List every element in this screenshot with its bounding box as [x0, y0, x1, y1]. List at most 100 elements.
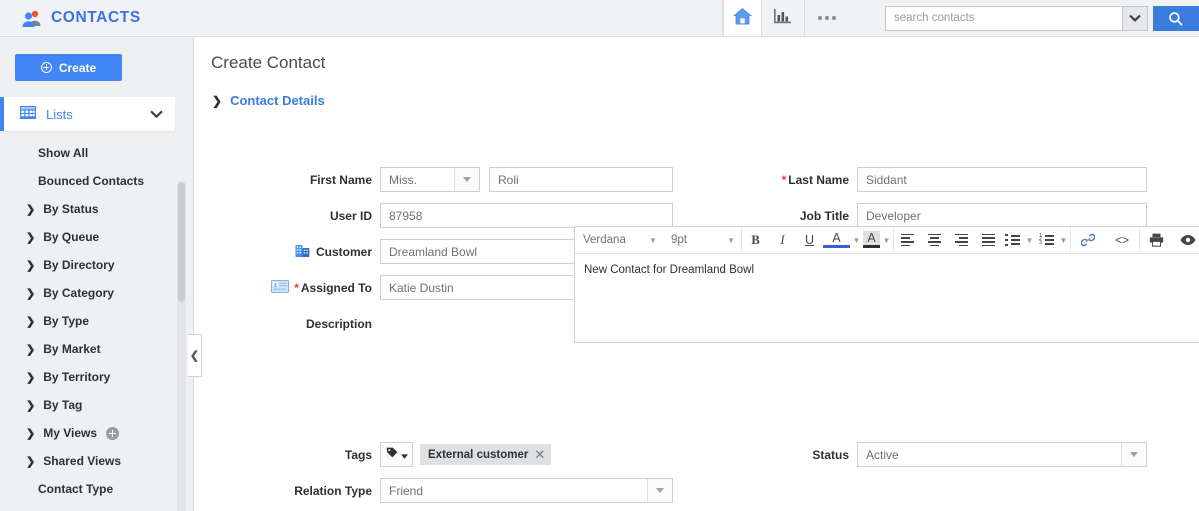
- highlight-color-chevron-down-icon[interactable]: ▼: [880, 227, 893, 253]
- align-left-button[interactable]: [894, 227, 921, 253]
- sidebar-item-show-all[interactable]: Show All: [0, 139, 193, 167]
- chevron-down-icon: ❯: [212, 93, 223, 108]
- sidebar-item-shared-views[interactable]: ❯ Shared Views: [0, 447, 193, 475]
- insert-link-button[interactable]: [1071, 227, 1105, 253]
- sidebar-collapse-handle[interactable]: ❮: [188, 334, 202, 377]
- sidebar: Create Lists Show All Bounced Contacts ❯…: [0, 37, 194, 511]
- bullet-list-chevron-down-icon[interactable]: ▼: [1023, 227, 1036, 253]
- chevron-down-icon: ▼: [649, 235, 657, 245]
- field-user-id: User ID 87958: [195, 203, 673, 228]
- editor-tools-group: [1140, 227, 1199, 253]
- highlight-color-button[interactable]: A: [863, 230, 880, 248]
- underline-button[interactable]: U: [796, 227, 823, 253]
- tag-dropdown-button[interactable]: [380, 442, 413, 467]
- salutation-select[interactable]: Miss.: [380, 167, 480, 192]
- home-icon: [732, 7, 753, 29]
- section-title: Contact Details: [230, 93, 325, 108]
- first-name-input[interactable]: Roli: [489, 167, 673, 192]
- align-justify-icon: [982, 233, 995, 247]
- align-center-button[interactable]: [921, 227, 948, 253]
- source-code-button[interactable]: <>: [1105, 227, 1139, 253]
- field-status: Status Active: [765, 442, 1147, 467]
- sidebar-item-label: By Directory: [43, 258, 115, 272]
- sidebar-item-label: By Status: [43, 202, 99, 216]
- editor-format-group: B I U A ▼ A ▼: [742, 227, 894, 253]
- customer-input[interactable]: Dreamland Bowl: [380, 239, 607, 264]
- tag-icon: [386, 447, 398, 462]
- create-button-label: Create: [58, 60, 97, 75]
- sidebar-item-label: Bounced Contacts: [38, 174, 145, 188]
- search-submit-button[interactable]: [1152, 5, 1199, 31]
- section-contact-details[interactable]: ❯ Contact Details: [212, 93, 325, 108]
- sidebar-item-by-type[interactable]: ❯ By Type: [0, 307, 193, 335]
- tag-chip[interactable]: External customer ✕: [420, 444, 552, 465]
- salutation-value: Miss.: [389, 172, 417, 187]
- bold-button[interactable]: B: [742, 227, 769, 253]
- sidebar-item-label: Shared Views: [43, 454, 122, 468]
- required-marker: *: [781, 172, 787, 187]
- nav-tab-home[interactable]: [722, 0, 763, 36]
- sidebar-item-by-status[interactable]: ❯ By Status: [0, 195, 193, 223]
- sidebar-item-label: Show All: [38, 146, 89, 160]
- sidebar-item-by-tag[interactable]: ❯ By Tag: [0, 391, 193, 419]
- nav-tab-more[interactable]: [804, 0, 849, 36]
- numbered-list-chevron-down-icon[interactable]: ▼: [1057, 227, 1070, 253]
- eye-icon: [1180, 235, 1196, 245]
- chevron-right-icon: ❯: [26, 259, 36, 272]
- relation-type-select[interactable]: Friend: [380, 478, 673, 503]
- align-right-button[interactable]: [948, 227, 975, 253]
- user-id-input[interactable]: 87958: [380, 203, 673, 228]
- sidebar-item-bounced-contacts[interactable]: Bounced Contacts: [0, 167, 193, 195]
- sidebar-item-label: By Territory: [43, 370, 111, 384]
- nav-tab-reports[interactable]: [762, 0, 805, 36]
- print-button[interactable]: [1140, 227, 1172, 253]
- add-view-icon[interactable]: [106, 426, 120, 440]
- preview-button[interactable]: [1172, 227, 1199, 253]
- sidebar-item-label: By Type: [43, 314, 90, 328]
- font-family-select[interactable]: Verdana ▼: [575, 227, 663, 253]
- status-select[interactable]: Active: [857, 442, 1147, 467]
- create-button[interactable]: Create: [15, 54, 122, 81]
- brand-area: CONTACTS: [0, 0, 723, 36]
- sidebar-item-by-queue[interactable]: ❯ By Queue: [0, 223, 193, 251]
- last-name-label: * Last Name: [781, 172, 849, 187]
- grid-icon: [20, 106, 36, 122]
- bullet-list-button[interactable]: [1002, 227, 1023, 253]
- sidebar-item-by-territory[interactable]: ❯ By Territory: [0, 363, 193, 391]
- field-job-title: Job Title Developer: [765, 203, 1147, 228]
- align-justify-button[interactable]: [975, 227, 1002, 253]
- font-color-chevron-down-icon[interactable]: ▼: [850, 227, 863, 253]
- sidebar-item-label: My Views: [43, 426, 98, 440]
- sidebar-group-lists[interactable]: Lists: [0, 97, 175, 131]
- font-size-select[interactable]: 9pt ▼: [663, 227, 741, 253]
- remove-icon[interactable]: ✕: [534, 447, 545, 463]
- last-name-input[interactable]: Siddant: [857, 167, 1147, 192]
- editor-toolbar: Verdana ▼ 9pt ▼ B I U A ▼ A ▼ ▼ 1 2 3 ▼ …: [575, 227, 1199, 254]
- sidebar-item-my-views[interactable]: ❯ My Views: [0, 419, 193, 447]
- chevron-right-icon: ❯: [26, 399, 36, 412]
- top-header-bar: CONTACTS search contacts: [0, 0, 1199, 37]
- chevron-down-icon[interactable]: [150, 107, 163, 121]
- sidebar-item-by-market[interactable]: ❯ By Market: [0, 335, 193, 363]
- search-input[interactable]: search contacts: [884, 5, 1122, 31]
- sidebar-item-by-directory[interactable]: ❯ By Directory: [0, 251, 193, 279]
- sidebar-scrollbar[interactable]: [177, 181, 186, 511]
- sidebar-item-label: By Category: [43, 286, 114, 300]
- font-color-button[interactable]: A: [823, 231, 850, 248]
- italic-button[interactable]: I: [769, 227, 796, 253]
- search-scope-dropdown[interactable]: [1121, 5, 1148, 31]
- bullet-list-icon: [1005, 233, 1020, 247]
- bar-chart-icon: [773, 8, 792, 28]
- chevron-right-icon: ❯: [26, 315, 36, 328]
- chevron-right-icon: ❯: [26, 343, 36, 356]
- job-title-input[interactable]: Developer: [857, 203, 1147, 228]
- editor-font-group: Verdana ▼ 9pt ▼: [575, 227, 742, 253]
- description-text-area[interactable]: New Contact for Dreamland Bowl: [575, 254, 1199, 286]
- numbered-list-button[interactable]: 123: [1036, 227, 1057, 253]
- sidebar-item-label: By Queue: [43, 230, 100, 244]
- status-value: Active: [866, 447, 899, 462]
- sidebar-item-by-category[interactable]: ❯ By Category: [0, 279, 193, 307]
- chevron-down-icon: [400, 448, 408, 462]
- sidebar-item-contact-type[interactable]: Contact Type: [0, 475, 193, 503]
- chevron-down-icon: ▼: [727, 235, 735, 245]
